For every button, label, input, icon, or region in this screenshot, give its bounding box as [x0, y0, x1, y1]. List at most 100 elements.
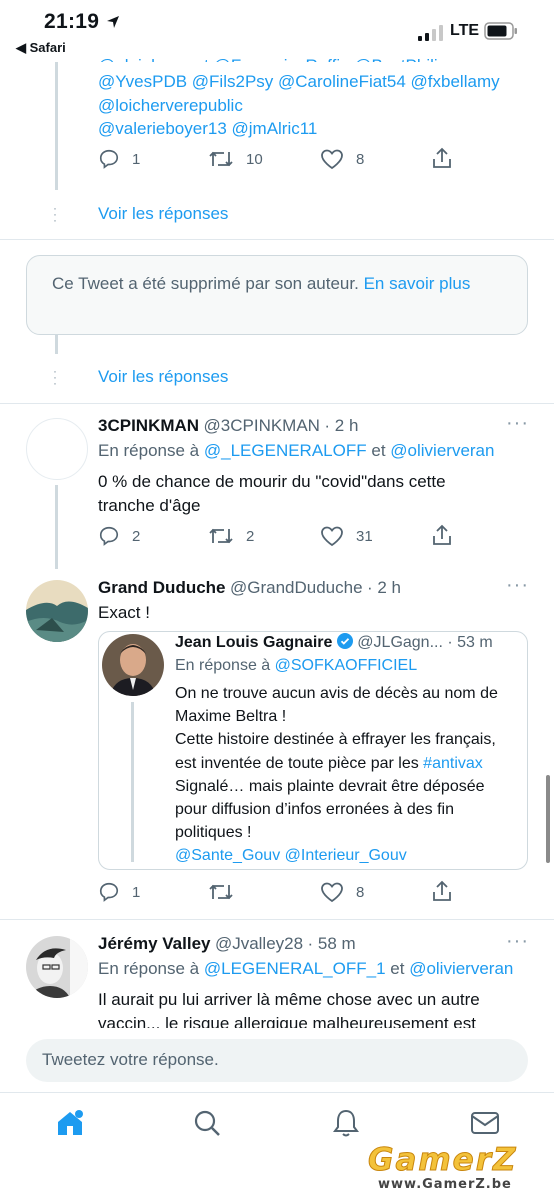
- more-options-icon[interactable]: ···: [506, 930, 529, 953]
- reply-to-mention[interactable]: @LEGENERAL_OFF_1: [204, 959, 386, 978]
- cell-signal-icon: [418, 25, 443, 41]
- mentions-line[interactable]: @valerieboyer13 @jmAlric11: [98, 117, 317, 140]
- deleted-tweet-notice: Ce Tweet a été supprimé par son auteur. …: [26, 255, 528, 335]
- reply-icon: [99, 882, 119, 902]
- share-icon[interactable]: [431, 147, 453, 169]
- thread-line: [55, 485, 58, 569]
- back-to-safari[interactable]: ◀ Safari: [16, 40, 66, 56]
- reply-button[interactable]: 2: [98, 525, 140, 547]
- network-label: LTE: [450, 22, 480, 39]
- like-count: 8: [356, 150, 365, 168]
- display-name[interactable]: 3CPINKMAN: [98, 416, 199, 435]
- see-replies-link[interactable]: Voir les réponses: [98, 204, 228, 224]
- battery-icon: [484, 22, 517, 40]
- quote-text: On ne trouve aucun avis de décès au nom …: [175, 682, 498, 868]
- like-button[interactable]: 8: [320, 148, 364, 170]
- reply-count: 2: [132, 527, 141, 545]
- share-icon[interactable]: [431, 524, 453, 546]
- divider: [0, 403, 554, 404]
- reply-icon: [99, 149, 119, 169]
- like-count: 31: [356, 527, 373, 545]
- more-options-icon[interactable]: ···: [506, 574, 529, 597]
- mentions-line[interactable]: @YvesPDB @Fils2Psy @CarolineFiat54 @fxbe…: [98, 70, 500, 93]
- quoted-tweet[interactable]: Jean Louis Gagnaire @JLGagn... · 53 m En…: [98, 631, 528, 870]
- tweet-header: Jérémy Valley @Jvalley28 · 58 m: [98, 934, 356, 954]
- divider: [0, 919, 554, 920]
- quote-header: Jean Louis Gagnaire @JLGagn... · 53 m: [175, 633, 493, 652]
- tweet-text-clipped: vaccin... le risque allergique malheureu…: [98, 1014, 476, 1028]
- display-name[interactable]: Jérémy Valley: [98, 934, 210, 953]
- tweet-text: Exact !: [98, 603, 150, 622]
- learn-more-link[interactable]: En savoir plus: [364, 274, 471, 293]
- heart-icon: [321, 526, 343, 547]
- retweet-button[interactable]: [208, 881, 246, 903]
- divider: [0, 239, 554, 240]
- tweet-time: · 53 m: [447, 634, 493, 651]
- thread-line: [55, 335, 58, 354]
- retweet-button[interactable]: 2: [208, 525, 254, 547]
- user-handle[interactable]: @3CPINKMAN: [204, 416, 320, 435]
- reply-context: En réponse à @_LEGENERALOFF et @olivierv…: [98, 441, 495, 460]
- thread-line: [131, 702, 134, 862]
- reply-icon: [99, 526, 119, 546]
- tweet-time: · 58 m: [307, 934, 356, 953]
- search-icon[interactable]: [193, 1109, 221, 1137]
- see-replies-link[interactable]: Voir les réponses: [98, 367, 228, 387]
- like-count: 8: [356, 883, 365, 901]
- avatar[interactable]: [26, 936, 88, 998]
- retweet-icon: [209, 528, 233, 544]
- status-time: 21:19: [44, 10, 100, 33]
- tweet-header: 3CPINKMAN @3CPINKMAN · 2 h: [98, 416, 358, 436]
- tweet-text: 0 % de chance de mourir du "covid"dans c…: [98, 472, 446, 491]
- tweet-text: tranche d'âge: [98, 496, 201, 515]
- reply-to-mention[interactable]: @olivierveran: [409, 959, 513, 978]
- avatar: [102, 634, 164, 696]
- reply-count: 1: [132, 150, 141, 168]
- reply-button[interactable]: 1: [98, 881, 140, 903]
- quote-mentions: @Sante_Gouv @Interieur_Gouv: [175, 847, 407, 865]
- tweet-time: · 2 h: [366, 578, 402, 597]
- reply-to-mention[interactable]: @olivierveran: [390, 441, 494, 460]
- reply-bar-container: Tweetez votre réponse.: [0, 1028, 554, 1092]
- reply-context: En réponse à @LEGENERAL_OFF_1 et @olivie…: [98, 959, 514, 978]
- reply-to-mention: @SOFKAOFFICIEL: [274, 657, 418, 674]
- display-name[interactable]: Grand Duduche: [98, 578, 226, 597]
- tweet-time: · 2 h: [324, 416, 359, 435]
- notifications-icon[interactable]: [332, 1108, 360, 1138]
- tweet-text: Il aurait pu lui arriver là même chose a…: [98, 990, 480, 1009]
- back-arrow-icon: ◀: [16, 40, 30, 55]
- user-handle[interactable]: @Jvalley28: [215, 934, 303, 953]
- tweet-header: Grand Duduche @GrandDuduche · 2 h: [98, 578, 401, 598]
- share-icon[interactable]: [431, 880, 453, 902]
- retweet-count: 10: [246, 150, 263, 168]
- retweet-button[interactable]: 10: [208, 148, 263, 170]
- hashtag: #antivax: [423, 754, 483, 772]
- user-handle[interactable]: @GrandDuduche: [230, 578, 363, 597]
- retweet-count: 2: [246, 527, 255, 545]
- verified-badge-icon: [336, 633, 353, 649]
- messages-icon[interactable]: [470, 1111, 500, 1135]
- avatar[interactable]: [26, 580, 88, 642]
- reply-input[interactable]: Tweetez votre réponse.: [26, 1039, 528, 1082]
- like-button[interactable]: 31: [320, 525, 373, 547]
- gamerz-watermark-logo: GamerZ www.GamerZ.be: [368, 1142, 518, 1193]
- retweet-icon: [209, 151, 233, 167]
- reply-count: 1: [132, 883, 141, 901]
- user-handle: @JLGagn...: [357, 634, 443, 651]
- reply-button[interactable]: 1: [98, 148, 140, 170]
- reply-context: En réponse à @SOFKAOFFICIEL: [175, 657, 418, 674]
- like-button[interactable]: 8: [320, 881, 364, 903]
- location-icon: [107, 16, 119, 28]
- reply-to-mention[interactable]: @_LEGENERALOFF: [204, 441, 367, 460]
- deleted-text: Ce Tweet a été supprimé par son auteur.: [52, 274, 359, 293]
- home-icon[interactable]: [54, 1107, 86, 1139]
- mentions-partial[interactable]: @alainhoupert @Francois_Ruffin @BustPhil…: [98, 46, 518, 62]
- mentions-line[interactable]: @loicherverepublic: [98, 94, 243, 117]
- retweet-icon: [209, 884, 233, 900]
- heart-icon: [321, 882, 343, 903]
- reply-placeholder: Tweetez votre réponse.: [42, 1050, 219, 1069]
- thread-line: [55, 62, 58, 190]
- more-options-icon[interactable]: ···: [506, 412, 529, 435]
- avatar[interactable]: [26, 418, 88, 480]
- scrollbar[interactable]: [546, 775, 550, 863]
